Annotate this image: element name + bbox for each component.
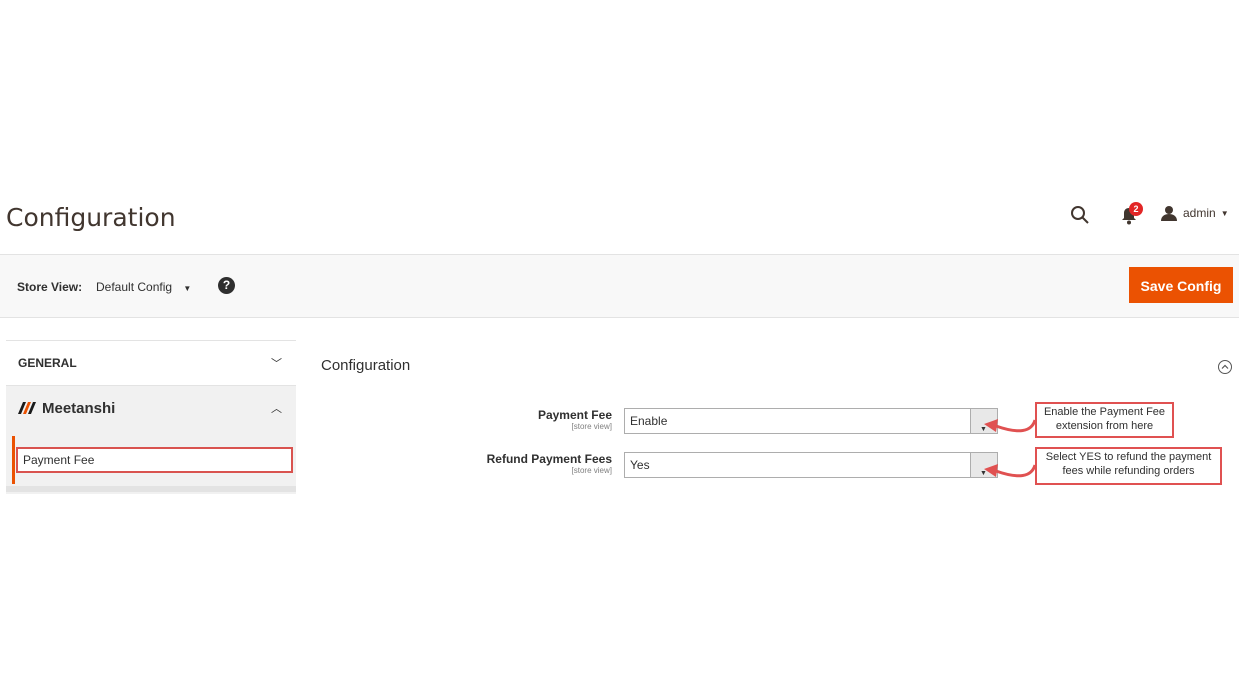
- arrow-icon: [995, 464, 1037, 478]
- arrow-icon: [995, 419, 1037, 433]
- arrowhead-icon: [984, 464, 998, 477]
- callout-text: extension from here: [1055, 420, 1154, 432]
- annotation-arrows: [984, 419, 1037, 478]
- callout-text: Enable the Payment Fee: [1043, 406, 1166, 418]
- arrowhead-icon: [984, 419, 998, 432]
- callout-text: Select YES to refund the payment: [1045, 451, 1212, 463]
- callout-refund-fees: Select YES to refund the payment fees wh…: [1035, 447, 1222, 485]
- callout-payment-fee: Enable the Payment Fee extension from he…: [1035, 402, 1174, 438]
- callout-text: fees while refunding orders: [1062, 465, 1195, 477]
